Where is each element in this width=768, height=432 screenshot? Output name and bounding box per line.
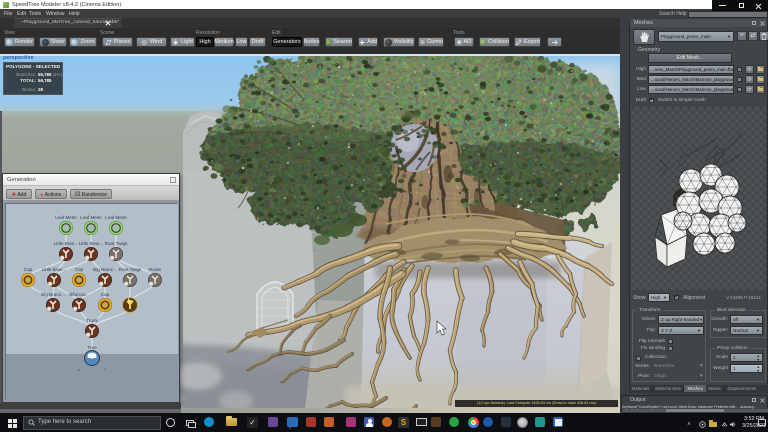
- svg-text:Trunk: Trunk: [86, 318, 98, 323]
- svg-text:Leaf Mesh: Leaf Mesh: [55, 215, 77, 220]
- svg-text:Root Twigs: Root Twigs: [119, 267, 142, 272]
- svg-text:Cap: Cap: [24, 267, 33, 272]
- svg-text:⌃: ⌃: [103, 368, 107, 374]
- svg-text:Little Bran...: Little Bran...: [79, 241, 104, 246]
- svg-text:Bifurcat...: Bifurcat...: [69, 292, 88, 297]
- svg-text:Roots: Roots: [149, 267, 162, 272]
- svg-text:Big Branc...: Big Branc...: [41, 292, 65, 297]
- svg-text:Little Bran...: Little Bran...: [42, 267, 67, 272]
- svg-text:Root Twigs: Root Twigs: [105, 241, 128, 246]
- svg-text:Little Bran...: Little Bran...: [54, 241, 79, 246]
- svg-text:Leaf Mesh: Leaf Mesh: [105, 215, 127, 220]
- svg-text:Cap: Cap: [101, 292, 110, 297]
- svg-text:Leaf Mesh: Leaf Mesh: [80, 215, 102, 220]
- svg-text:Cap: Cap: [75, 267, 84, 272]
- svg-text:✕: ✕: [77, 368, 81, 374]
- svg-text:Tree: Tree: [87, 345, 97, 350]
- svg-text:Big Branc...: Big Branc...: [93, 267, 117, 272]
